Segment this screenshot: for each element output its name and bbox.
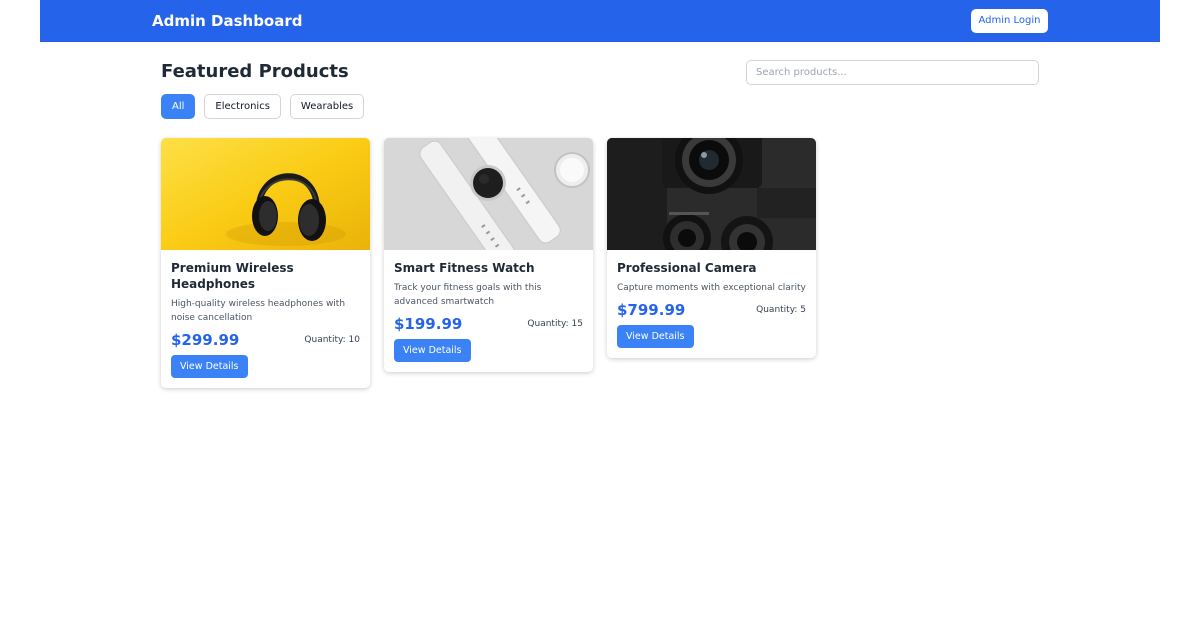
product-quantity: Quantity: 15	[527, 319, 583, 329]
view-details-button[interactable]: View Details	[617, 325, 694, 348]
app-title: Admin Dashboard	[152, 12, 303, 30]
product-card: Smart Fitness Watch Track your fitness g…	[384, 138, 593, 372]
product-title: Smart Fitness Watch	[394, 261, 535, 275]
product-title: Professional Camera	[617, 261, 757, 275]
search-input[interactable]	[746, 60, 1039, 85]
product-description: High-quality wireless headphones with no…	[171, 299, 346, 323]
filter-electronics-button[interactable]: Electronics	[204, 94, 281, 119]
product-description: Capture moments with exceptional clarity	[617, 283, 806, 293]
top-navbar: Admin Dashboard Admin Login	[40, 0, 1160, 42]
product-card: Premium Wireless Headphones High-quality…	[161, 138, 370, 388]
view-details-button[interactable]: View Details	[394, 339, 471, 362]
filter-wearables-button[interactable]: Wearables	[289, 94, 365, 119]
page-title: Featured Products	[161, 61, 349, 82]
product-quantity: Quantity: 10	[304, 335, 360, 345]
product-title: Premium Wireless Headphones	[171, 261, 294, 291]
smartwatch-image	[384, 138, 593, 250]
admin-login-button[interactable]: Admin Login	[971, 9, 1048, 33]
category-filters: All Electronics Wearables	[161, 94, 365, 119]
product-quantity: Quantity: 5	[756, 305, 806, 315]
headphones-image	[161, 138, 370, 250]
product-price: $199.99	[394, 315, 463, 333]
product-card: Professional Camera Capture moments with…	[607, 138, 816, 358]
product-price: $799.99	[617, 301, 686, 319]
filter-all-button[interactable]: All	[161, 94, 196, 119]
product-description: Track your fitness goals with this advan…	[394, 283, 542, 307]
product-price: $299.99	[171, 331, 240, 349]
view-details-button[interactable]: View Details	[171, 355, 248, 378]
camera-image	[607, 138, 816, 250]
product-grid: Premium Wireless Headphones High-quality…	[161, 138, 816, 388]
